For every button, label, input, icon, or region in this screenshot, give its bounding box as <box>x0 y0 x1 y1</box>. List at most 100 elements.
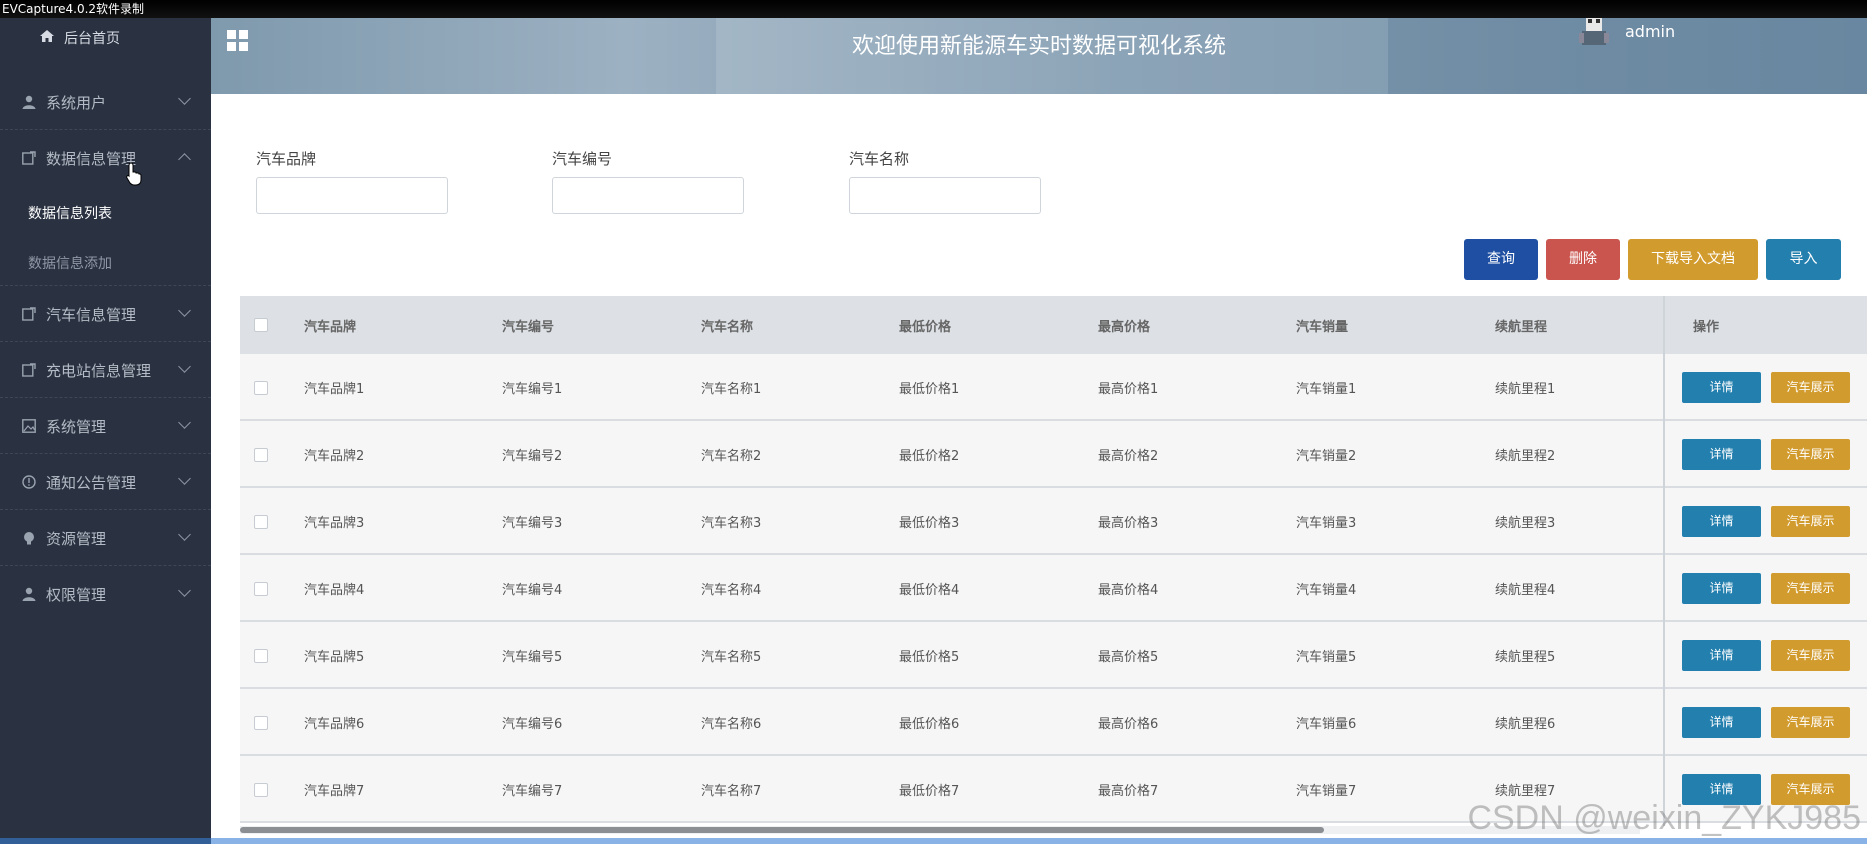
table-row: 汽车品牌5 汽车编号5 汽车名称5 最低价格5 最高价格5 汽车销量5 续航里程… <box>240 622 1867 689</box>
cell-range: 续航里程2 <box>1495 449 1556 464</box>
home-icon <box>40 30 54 42</box>
sidebar-item-label: 系统用户 <box>46 94 107 112</box>
cell-min-price: 最低价格6 <box>899 717 960 732</box>
row-checkbox[interactable] <box>254 381 268 395</box>
sidebar-item-label: 通知公告管理 <box>46 474 137 492</box>
table-row: 汽车品牌1 汽车编号1 汽车名称1 最低价格1 最高价格1 汽车销量1 续航里程… <box>240 354 1867 421</box>
detail-button[interactable]: 详情 <box>1682 573 1761 604</box>
query-button[interactable]: 查询 <box>1464 239 1538 280</box>
sidebar-subitem-data-list[interactable]: 数据信息列表 <box>28 203 112 223</box>
name-input[interactable] <box>849 177 1041 214</box>
chevron-down-icon <box>178 584 191 597</box>
detail-button[interactable]: 详情 <box>1682 372 1761 403</box>
data-table: 汽车品牌 汽车编号 汽车名称 最低价格 最高价格 汽车销量 续航里程 操作 汽车… <box>240 296 1867 826</box>
cell-range: 续航里程5 <box>1495 650 1556 665</box>
sidebar-item-label: 数据信息管理 <box>46 150 137 168</box>
sidebar-subitem-data-add[interactable]: 数据信息添加 <box>28 253 112 273</box>
cell-number: 汽车编号6 <box>502 717 563 732</box>
cell-sales: 汽车销量5 <box>1296 650 1357 665</box>
name-label: 汽车名称 <box>849 150 910 168</box>
bottom-edge-line <box>0 838 1867 844</box>
sidebar-item-resource-management[interactable]: 资源管理 <box>0 510 211 566</box>
row-checkbox[interactable] <box>254 716 268 730</box>
sidebar-item-car-management[interactable]: 汽车信息管理 <box>0 286 211 342</box>
cell-number: 汽车编号7 <box>502 784 563 799</box>
cell-name: 汽车名称2 <box>701 449 762 464</box>
car-show-button[interactable]: 汽车展示 <box>1771 573 1850 604</box>
main-panel: 汽车品牌 汽车编号 汽车名称 查询 删除 下载导入文档 导入 汽车品牌 汽车编号… <box>222 104 1867 844</box>
sidebar-home[interactable]: 后台首页 <box>40 28 120 48</box>
detail-button[interactable]: 详情 <box>1682 707 1761 738</box>
cell-min-price: 最低价格3 <box>899 516 960 531</box>
cell-min-price: 最低价格2 <box>899 449 960 464</box>
delete-button[interactable]: 删除 <box>1546 239 1620 280</box>
cell-min-price: 最低价格1 <box>899 382 960 397</box>
chevron-down-icon <box>178 416 191 429</box>
cell-min-price: 最低价格7 <box>899 784 960 799</box>
sidebar-item-label: 汽车信息管理 <box>46 306 137 324</box>
cell-name: 汽车名称1 <box>701 382 762 397</box>
car-show-button[interactable]: 汽车展示 <box>1771 707 1850 738</box>
cell-max-price: 最高价格3 <box>1098 516 1159 531</box>
cell-number: 汽车编号5 <box>502 650 563 665</box>
cell-max-price: 最高价格4 <box>1098 583 1159 598</box>
cell-name: 汽车名称6 <box>701 717 762 732</box>
chevron-down-icon <box>178 304 191 317</box>
user-icon <box>22 587 36 601</box>
detail-button[interactable]: 详情 <box>1682 506 1761 537</box>
page-title: 欢迎使用新能源车实时数据可视化系统 <box>851 34 1226 59</box>
cell-range: 续航里程6 <box>1495 717 1556 732</box>
cell-brand: 汽车品牌5 <box>304 650 365 665</box>
brand-label: 汽车品牌 <box>256 150 317 168</box>
user-icon <box>22 95 36 109</box>
detail-button[interactable]: 详情 <box>1682 640 1761 671</box>
sidebar-item-system-management[interactable]: 系统管理 <box>0 398 211 454</box>
cell-name: 汽车名称7 <box>701 784 762 799</box>
car-show-button[interactable]: 汽车展示 <box>1771 372 1850 403</box>
row-checkbox[interactable] <box>254 582 268 596</box>
avatar[interactable] <box>1577 13 1611 49</box>
cell-max-price: 最高价格2 <box>1098 449 1159 464</box>
cell-sales: 汽车销量6 <box>1296 717 1357 732</box>
sidebar-home-label: 后台首页 <box>64 31 120 47</box>
sidebar-item-charging-station[interactable]: 充电站信息管理 <box>0 342 211 398</box>
row-checkbox[interactable] <box>254 448 268 462</box>
car-show-button[interactable]: 汽车展示 <box>1771 506 1850 537</box>
cell-sales: 汽车销量3 <box>1296 516 1357 531</box>
chevron-down-icon <box>178 472 191 485</box>
cell-brand: 汽车品牌4 <box>304 583 365 598</box>
chevron-down-icon <box>178 528 191 541</box>
cell-sales: 汽车销量4 <box>1296 583 1357 598</box>
horizontal-scrollbar-thumb[interactable] <box>240 827 1324 833</box>
number-input[interactable] <box>552 177 744 214</box>
row-checkbox[interactable] <box>254 783 268 797</box>
cell-min-price: 最低价格5 <box>899 650 960 665</box>
cell-number: 汽车编号4 <box>502 583 563 598</box>
car-show-button[interactable]: 汽车展示 <box>1771 439 1850 470</box>
car-show-button[interactable]: 汽车展示 <box>1771 640 1850 671</box>
edit-icon <box>22 307 36 321</box>
column-header: 汽车销量 <box>1296 320 1349 335</box>
cell-min-price: 最低价格4 <box>899 583 960 598</box>
download-template-button[interactable]: 下载导入文档 <box>1628 239 1758 280</box>
cell-name: 汽车名称5 <box>701 650 762 665</box>
column-header: 操作 <box>1693 320 1720 335</box>
sidebar-item-notice-management[interactable]: 通知公告管理 <box>0 454 211 510</box>
brand-input[interactable] <box>256 177 448 214</box>
sidebar-item-data-management[interactable]: 数据信息管理 <box>0 130 211 180</box>
column-header: 最低价格 <box>899 320 952 335</box>
row-checkbox[interactable] <box>254 515 268 529</box>
sidebar-item-permission-management[interactable]: 权限管理 <box>0 566 211 622</box>
edit-icon <box>22 151 36 165</box>
cell-brand: 汽车品牌7 <box>304 784 365 799</box>
user-name[interactable]: admin <box>1625 22 1675 41</box>
detail-button[interactable]: 详情 <box>1682 439 1761 470</box>
cell-number: 汽车编号1 <box>502 382 563 397</box>
cell-max-price: 最高价格7 <box>1098 784 1159 799</box>
cell-sales: 汽车销量7 <box>1296 784 1357 799</box>
sidebar-item-system-users[interactable]: 系统用户 <box>0 74 211 130</box>
select-all-checkbox[interactable] <box>254 318 268 332</box>
import-button[interactable]: 导入 <box>1766 239 1841 280</box>
row-checkbox[interactable] <box>254 649 268 663</box>
cell-brand: 汽车品牌1 <box>304 382 365 397</box>
